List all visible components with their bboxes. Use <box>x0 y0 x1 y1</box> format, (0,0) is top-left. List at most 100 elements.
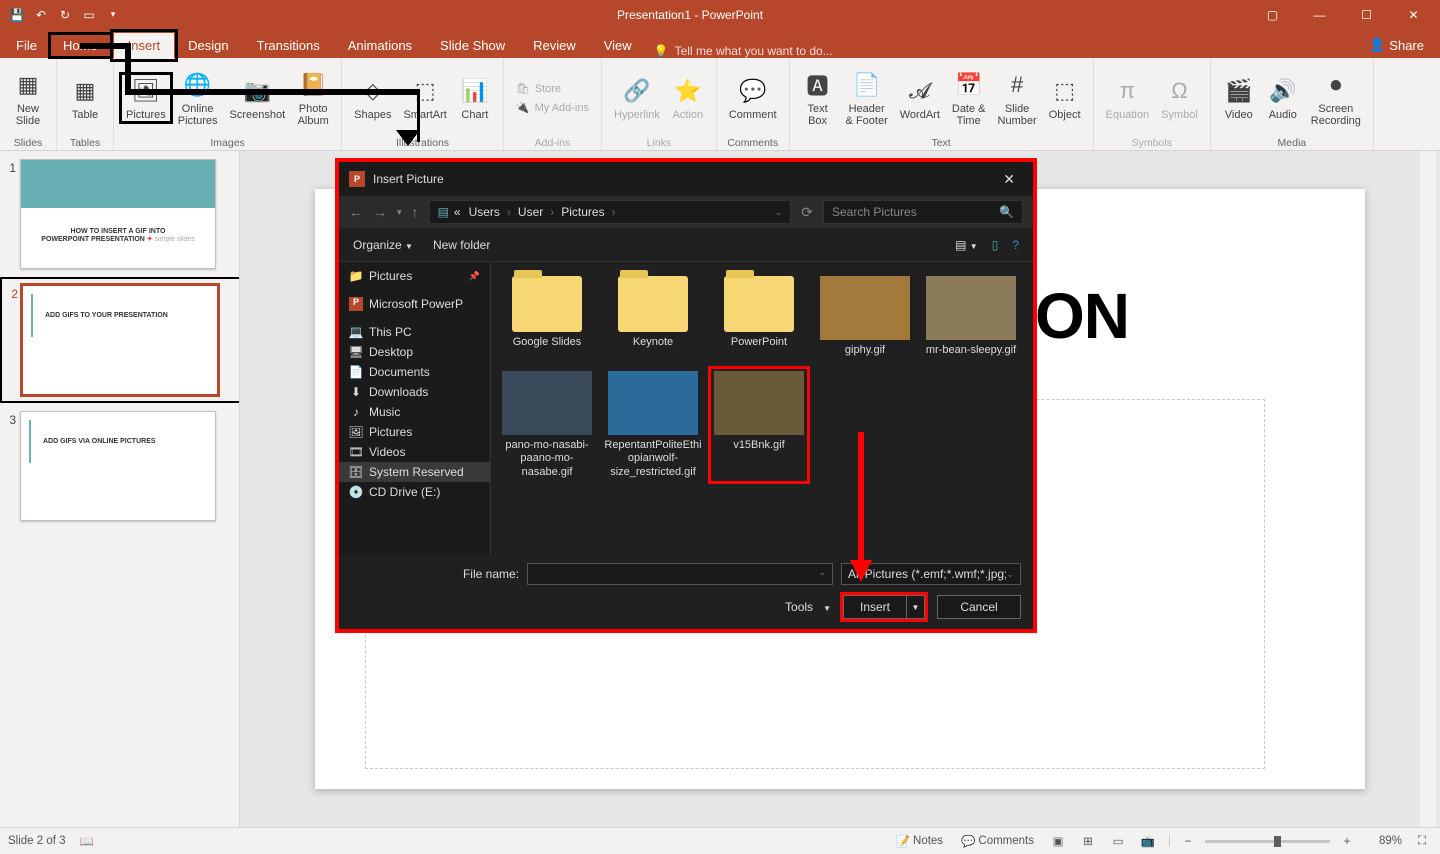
spell-check-icon[interactable]: 📖 <box>80 834 94 848</box>
tree-item[interactable]: ⬇Downloads <box>339 382 490 402</box>
back-button[interactable]: ← <box>349 204 363 220</box>
tell-me-search[interactable]: 💡 Tell me what you want to do... <box>654 44 833 58</box>
tree-item[interactable]: 🖥Desktop <box>339 342 490 362</box>
hyperlink-button[interactable]: 🔗Hyperlink <box>608 73 666 123</box>
tree-item[interactable]: 💻This PC <box>339 322 490 342</box>
tree-item[interactable]: ♪Music <box>339 402 490 422</box>
vertical-scrollbar[interactable] <box>1420 151 1436 827</box>
tree-item[interactable]: 📁Pictures📌 <box>339 266 490 286</box>
breadcrumb-users[interactable]: Users <box>466 205 503 219</box>
wordart-button[interactable]: 𝓐WordArt <box>894 73 946 123</box>
textbox-button[interactable]: 🅰Text Box <box>796 67 840 129</box>
breadcrumb-pictures[interactable]: Pictures <box>558 205 607 219</box>
zoom-in-button[interactable]: + <box>1340 834 1354 848</box>
video-button[interactable]: 🎬Video <box>1217 73 1261 123</box>
screen-recording-button[interactable]: ⏺Screen Recording <box>1305 67 1367 129</box>
slide-sorter-view-icon[interactable]: ⊞ <box>1078 831 1098 851</box>
file-item[interactable]: giphy.gif <box>815 272 915 361</box>
preview-pane-button[interactable]: ▯ <box>992 238 999 252</box>
shapes-button[interactable]: ◇Shapes <box>348 73 397 123</box>
zoom-out-button[interactable]: − <box>1181 834 1195 848</box>
tree-item[interactable]: 🎞Videos <box>339 442 490 462</box>
folder-item[interactable]: Google Slides <box>497 272 597 361</box>
maximize-button[interactable]: ☐ <box>1344 0 1389 29</box>
filename-dropdown-icon[interactable]: ⌄ <box>818 567 826 578</box>
dialog-file-list[interactable]: Google SlidesKeynotePowerPointgiphy.gifm… <box>491 262 1033 555</box>
tab-review[interactable]: Review <box>519 33 590 58</box>
refresh-button[interactable]: ⟳ <box>801 204 813 221</box>
file-tab[interactable]: File <box>6 33 47 58</box>
online-pictures-button[interactable]: 🌐Online Pictures <box>172 67 224 129</box>
forward-button[interactable]: → <box>373 204 387 220</box>
audio-button[interactable]: 🔊Audio <box>1261 73 1305 123</box>
tree-item[interactable]: 📄Documents <box>339 362 490 382</box>
recent-locations-button[interactable]: ▾ <box>397 207 402 218</box>
tab-animations[interactable]: Animations <box>334 33 426 58</box>
new-folder-button[interactable]: New folder <box>433 238 490 252</box>
file-item[interactable]: mr-bean-sleepy.gif <box>921 272 1021 361</box>
file-item[interactable]: v15Bnk.gif <box>709 367 809 483</box>
reading-view-icon[interactable]: ▭ <box>1108 831 1128 851</box>
minimize-button[interactable]: — <box>1297 0 1342 29</box>
zoom-percentage[interactable]: 89% <box>1364 835 1402 847</box>
tree-item[interactable]: 🖼Pictures <box>339 422 490 442</box>
comments-button[interactable]: 💬 Comments <box>957 834 1038 848</box>
slide-thumbnail-2[interactable]: 2 ADD GIFS TO YOUR PRESENTATION <box>6 283 239 397</box>
tab-design[interactable]: Design <box>174 33 242 58</box>
start-from-beginning-icon[interactable]: ▭ <box>80 6 98 24</box>
tab-slideshow[interactable]: Slide Show <box>426 33 519 58</box>
slide-thumbnails-pane[interactable]: 1 HOW TO INSERT A GIF INTO POWERPOINT PR… <box>0 151 240 827</box>
dialog-close-button[interactable]: ✕ <box>995 167 1023 192</box>
table-button[interactable]: ▦Table <box>63 73 107 123</box>
folder-item[interactable]: PowerPoint <box>709 272 809 361</box>
save-icon[interactable]: 💾 <box>8 6 26 24</box>
screenshot-button[interactable]: 📷Screenshot <box>224 73 292 123</box>
slide-indicator[interactable]: Slide 2 of 3 <box>8 835 66 847</box>
breadcrumb-bar[interactable]: ▤ « Users› User› Pictures› ⌄ <box>429 200 792 224</box>
breadcrumb-dropdown-icon[interactable]: ⌄ <box>775 207 783 218</box>
file-item[interactable]: RepentantPoliteEthiopianwolf-size_restri… <box>603 367 703 483</box>
equation-button[interactable]: πEquation <box>1100 73 1155 123</box>
ribbon-display-options-icon[interactable]: ▢ <box>1250 0 1295 29</box>
breadcrumb-user[interactable]: User <box>515 205 546 219</box>
redo-icon[interactable]: ↻ <box>56 6 74 24</box>
tree-item[interactable]: 🗄System Reserved <box>339 462 490 482</box>
slide-thumbnail-1[interactable]: 1 HOW TO INSERT A GIF INTO POWERPOINT PR… <box>6 159 239 269</box>
new-slide-button[interactable]: ▦New Slide <box>6 67 50 129</box>
filename-input[interactable]: ⌄ <box>527 563 833 585</box>
slide-number-button[interactable]: #Slide Number <box>992 67 1043 129</box>
undo-icon[interactable]: ↶ <box>32 6 50 24</box>
help-button[interactable]: ? <box>1012 238 1019 252</box>
smartart-button[interactable]: ⬚SmartArt <box>397 73 452 123</box>
up-button[interactable]: ↑ <box>412 204 419 220</box>
cancel-button[interactable]: Cancel <box>937 595 1021 619</box>
slideshow-view-icon[interactable]: 📺 <box>1138 831 1158 851</box>
tree-item[interactable]: 💿CD Drive (E:) <box>339 482 490 502</box>
slide-thumbnail-3[interactable]: 3 ADD GIFS VIA ONLINE PICTURES <box>6 411 239 521</box>
folder-item[interactable]: Keynote <box>603 272 703 361</box>
file-type-filter[interactable]: All Pictures (*.emf;*.wmf;*.jpg;* ⌄ <box>841 563 1021 585</box>
datetime-button[interactable]: 📅Date & Time <box>946 67 992 129</box>
dialog-search-input[interactable]: Search Pictures 🔍 <box>823 200 1023 224</box>
tree-item[interactable]: PMicrosoft PowerP <box>339 294 490 314</box>
tab-insert[interactable]: Insert <box>114 33 175 58</box>
my-addins-button[interactable]: 🔌My Add-ins <box>516 101 589 114</box>
object-button[interactable]: ⬚Object <box>1043 73 1087 123</box>
tab-transitions[interactable]: Transitions <box>243 33 334 58</box>
insert-dropdown-button[interactable]: ▼ <box>907 595 925 619</box>
tab-home[interactable]: Home <box>49 33 112 58</box>
store-button[interactable]: 🛍Store <box>516 82 561 95</box>
organize-button[interactable]: Organize ▼ <box>353 238 413 252</box>
insert-button[interactable]: Insert <box>843 595 907 619</box>
zoom-slider[interactable] <box>1205 840 1330 843</box>
tools-button[interactable]: Tools ▼ <box>785 600 831 614</box>
dialog-tree[interactable]: 📁Pictures📌 PMicrosoft PowerP 💻This PC🖥Desk… <box>339 262 491 555</box>
action-button[interactable]: ⭐Action <box>666 73 710 123</box>
photo-album-button[interactable]: 📔Photo Album <box>291 67 335 129</box>
file-item[interactable]: pano-mo-nasabi-paano-mo-nasabe.gif <box>497 367 597 483</box>
customize-qat-icon[interactable]: ▾ <box>104 6 122 24</box>
fit-to-window-button[interactable]: ⛶ <box>1412 831 1432 851</box>
pictures-button[interactable]: 🖼Pictures <box>120 73 172 123</box>
tab-view[interactable]: View <box>590 33 646 58</box>
chart-button[interactable]: 📊Chart <box>453 73 497 123</box>
